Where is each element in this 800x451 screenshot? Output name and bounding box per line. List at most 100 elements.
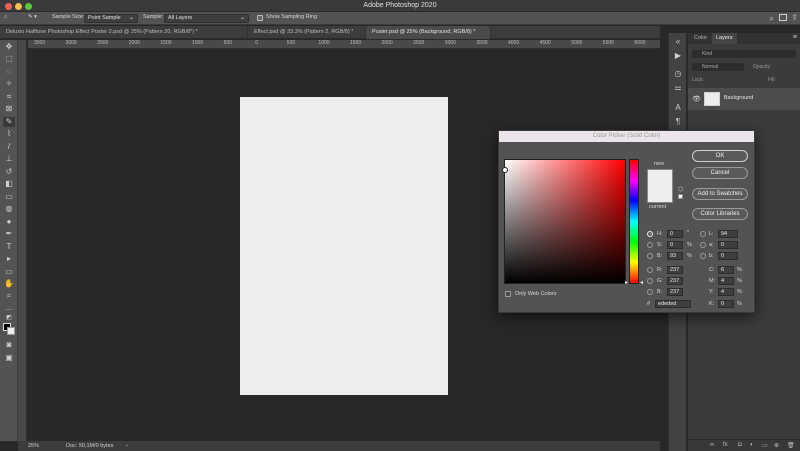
b-lab-input[interactable]: 0 (718, 252, 738, 260)
saturation-radio[interactable] (647, 242, 653, 248)
show-sampling-ring-checkbox[interactable] (257, 15, 263, 21)
green-radio[interactable] (647, 278, 653, 284)
red-radio[interactable] (647, 267, 653, 273)
magenta-input[interactable]: 4 (718, 277, 734, 285)
quick-mask-icon[interactable]: ◙ (3, 340, 15, 350)
ok-button[interactable]: OK (692, 150, 748, 162)
type-tool-icon[interactable]: T (3, 242, 15, 252)
yellow-input[interactable]: 4 (718, 288, 734, 296)
crop-tool-icon[interactable]: ⌗ (3, 92, 15, 102)
link-icon[interactable]: ∞ (710, 442, 714, 448)
eyedropper-tool-icon[interactable]: ✎ ▾ (28, 14, 37, 20)
hue-input[interactable]: 0 (667, 230, 683, 238)
play-icon[interactable]: ▶ (673, 51, 683, 61)
h-label: H: (657, 231, 663, 237)
degree-unit: ° (687, 230, 690, 236)
blue-input[interactable]: 237 (667, 288, 683, 296)
share-icon[interactable]: ⇪ (791, 13, 798, 22)
paragraph-icon[interactable]: ¶ (673, 117, 683, 127)
trash-icon[interactable]: 🗑 (787, 442, 795, 449)
sample-size-value: Point Sample (88, 15, 121, 21)
home-icon[interactable]: ⌂ (4, 14, 7, 20)
blur-tool-icon[interactable]: ◍ (3, 204, 15, 214)
vertical-ruler (18, 40, 27, 441)
zoom-tool-icon[interactable]: ⌕ (3, 291, 15, 301)
new-layer-icon[interactable]: ⊕ (774, 442, 779, 449)
gradient-tool-icon[interactable]: ▭ (3, 192, 15, 202)
workspace-icon[interactable] (779, 14, 787, 21)
hue-slider[interactable] (629, 159, 639, 284)
panel-menu-icon[interactable]: ≡ (793, 34, 797, 41)
eyedropper-icon[interactable]: ✎ (3, 117, 15, 127)
brightness-radio[interactable] (647, 253, 653, 259)
pen-tool-icon[interactable]: ✒ (3, 229, 15, 239)
eye-icon[interactable]: 👁 (692, 95, 701, 103)
sample-select[interactable]: All Layers ⌄ (164, 14, 249, 23)
color-field[interactable] (502, 159, 626, 284)
hue-radio[interactable] (647, 231, 653, 237)
blend-mode-select[interactable]: Normal (692, 63, 744, 71)
out-of-gamut-icon[interactable]: ⬡ (678, 186, 683, 193)
dodge-tool-icon[interactable]: ● (3, 217, 15, 227)
cyan-input[interactable]: 6 (718, 266, 734, 274)
background-color-swatch[interactable] (7, 327, 15, 335)
tab-deluxio-poster[interactable]: Deluxio Halftone Photoshop Effect Poster… (0, 26, 248, 39)
blue-radio[interactable] (647, 289, 653, 295)
history-brush-icon[interactable]: ↺ (3, 167, 15, 177)
b-lab-radio[interactable] (700, 253, 706, 259)
color-libraries-button[interactable]: Color Libraries (692, 208, 748, 220)
clone-stamp-icon[interactable]: ⊥ (3, 154, 15, 164)
red-input[interactable]: 237 (667, 266, 683, 274)
brightness-input[interactable]: 93 (667, 252, 683, 260)
hand-tool-icon[interactable]: ✋ (3, 279, 15, 289)
quick-select-tool-icon[interactable]: ✧ (3, 79, 15, 89)
add-to-swatches-button[interactable]: Add to Swatches (692, 188, 748, 200)
move-tool-icon[interactable]: ✥ (3, 42, 15, 52)
more-tools-icon[interactable]: … (3, 303, 15, 313)
cancel-button[interactable]: Cancel (692, 167, 748, 179)
frame-tool-icon[interactable]: ⊠ (3, 104, 15, 114)
screen-mode-icon[interactable]: ▣ (3, 353, 15, 363)
mask-icon[interactable]: ◘ (738, 442, 742, 448)
current-label: current (649, 204, 667, 210)
eraser-tool-icon[interactable]: ◧ (3, 179, 15, 189)
adjustments-icon[interactable]: ⚌ (673, 83, 683, 93)
layer-row-background[interactable]: 👁 Background (688, 88, 800, 110)
green-input[interactable]: 237 (667, 277, 683, 285)
only-web-colors-checkbox[interactable] (505, 291, 511, 297)
marquee-tool-icon[interactable]: ⬚ (3, 54, 15, 64)
rectangle-tool-icon[interactable]: ▭ (3, 267, 15, 277)
l-radio[interactable] (700, 231, 706, 237)
character-icon[interactable]: A (673, 103, 683, 113)
hex-input[interactable]: ededed (655, 300, 691, 308)
lasso-tool-icon[interactable]: ◌ (3, 67, 15, 77)
l-input[interactable]: 94 (718, 230, 738, 238)
history-icon[interactable]: ◷ (673, 69, 683, 79)
fx-icon[interactable]: fx (723, 442, 728, 448)
tab-effect[interactable]: Effect.psd @ 33.3% (Pattern 2, RGB/8) * (248, 26, 366, 39)
hue-slider-arrow-left[interactable]: ▸ (625, 279, 628, 286)
tab-color[interactable]: Color (690, 33, 711, 44)
black-input[interactable]: 0 (718, 300, 734, 308)
chevron-right-icon[interactable]: › (126, 441, 128, 451)
path-select-icon[interactable]: ▸ (3, 254, 15, 264)
a-radio[interactable] (700, 242, 706, 248)
brush-tool-icon[interactable]: / (3, 142, 15, 152)
tab-poster[interactable]: Poster.psd @ 25% (Background, RGB/8) * (366, 26, 491, 39)
group-icon[interactable]: ▭ (762, 442, 768, 449)
saturation-input[interactable]: 0 (667, 241, 683, 249)
sample-size-select[interactable]: Point Sample ⌄ (84, 14, 138, 23)
adjustment-layer-icon[interactable]: ◐ (750, 442, 754, 448)
a-input[interactable]: 0 (718, 241, 738, 249)
search-icon[interactable]: ⌕ (770, 14, 774, 24)
zoom-level[interactable]: 25% (28, 441, 39, 451)
tab-layers[interactable]: Layers (712, 33, 737, 44)
collapse-icon[interactable]: « (673, 37, 683, 47)
layer-filter-field[interactable]: Kind (692, 50, 796, 58)
hue-slider-arrow-right[interactable]: ◂ (640, 279, 643, 286)
default-colors-icon[interactable]: ◩ (3, 313, 15, 323)
document-canvas[interactable] (240, 97, 448, 395)
web-safe-swatch[interactable] (678, 194, 683, 199)
healing-brush-icon[interactable]: ⌇ (3, 129, 15, 139)
color-field-marker[interactable] (502, 167, 508, 173)
